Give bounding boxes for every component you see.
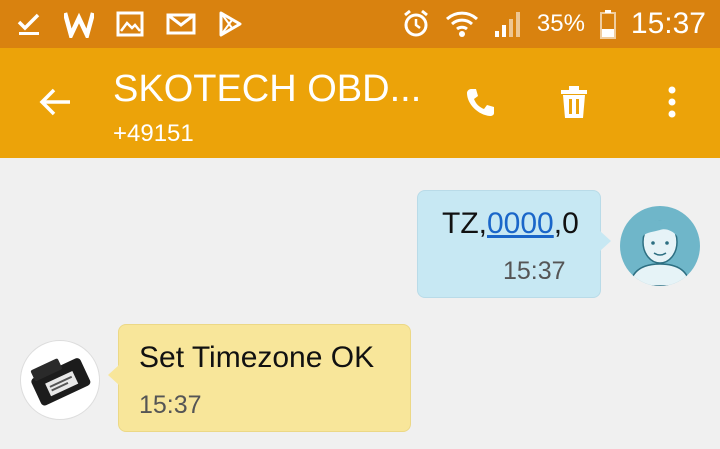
download-done-icon — [16, 6, 42, 42]
trash-icon — [561, 86, 587, 118]
incoming-message-bubble[interactable]: Set Timezone OK 15:37 — [108, 324, 411, 432]
incoming-message-time: 15:37 — [139, 391, 202, 419]
status-bar: 35% 15:37 — [0, 0, 720, 48]
w-app-icon — [64, 6, 94, 42]
incoming-message-text: Set Timezone OK — [139, 341, 375, 374]
alarm-icon — [401, 6, 431, 42]
phone-icon — [467, 89, 494, 116]
battery-percent: 35% — [536, 10, 585, 37]
call-button[interactable] — [458, 80, 502, 124]
message-text-suffix: ,0 — [553, 207, 579, 240]
back-button[interactable] — [34, 80, 78, 124]
message-text-prefix: TZ, — [442, 207, 487, 240]
obd-device-icon — [30, 358, 91, 406]
system-icons: 35% 15:37 — [401, 6, 706, 42]
play-store-icon — [218, 6, 242, 42]
clock: 15:37 — [630, 7, 706, 40]
conversation-title: SKOTECH OBD... — [113, 68, 422, 110]
app-bar: SKOTECH OBD... +49151 — [0, 48, 720, 158]
gallery-icon — [116, 6, 144, 42]
bubble-tail — [108, 365, 119, 385]
delete-button[interactable] — [552, 80, 596, 124]
mail-icon — [166, 6, 196, 42]
conversation-number: +49151 — [113, 120, 194, 147]
conversation-area[interactable]: TZ,0000,0 15:37 Set Timezone OK 15:37 — [0, 158, 720, 449]
person-avatar-icon — [629, 220, 691, 286]
my-avatar[interactable] — [620, 206, 700, 286]
notification-icons — [16, 6, 242, 42]
more-options-button[interactable] — [650, 80, 694, 124]
more-vert-icon — [668, 86, 676, 118]
signal-icon — [493, 6, 523, 42]
outgoing-message-time: 15:37 — [503, 257, 566, 285]
outgoing-message-bubble[interactable]: TZ,0000,0 15:37 — [417, 190, 611, 298]
back-arrow-icon — [39, 88, 70, 116]
battery-icon — [599, 6, 617, 42]
message-number-link[interactable]: 0000 — [487, 207, 554, 240]
contact-avatar[interactable] — [20, 340, 100, 420]
bubble-tail — [600, 231, 611, 251]
outgoing-message-text: TZ,0000,0 — [442, 207, 579, 241]
wifi-icon — [445, 6, 479, 42]
